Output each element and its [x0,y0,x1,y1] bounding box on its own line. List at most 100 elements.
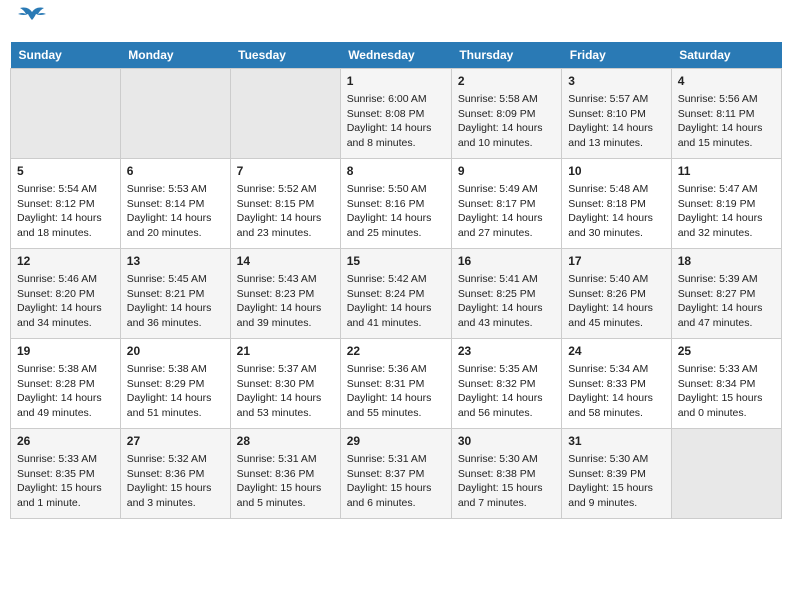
calendar-week-row: 5Sunrise: 5:54 AMSunset: 8:12 PMDaylight… [11,159,782,249]
day-info: Sunrise: 5:40 AMSunset: 8:26 PMDaylight:… [568,272,664,331]
day-info: Sunrise: 5:49 AMSunset: 8:17 PMDaylight:… [458,182,555,241]
calendar-cell: 21Sunrise: 5:37 AMSunset: 8:30 PMDayligh… [230,339,340,429]
day-number: 25 [678,343,775,360]
day-info: Sunrise: 5:52 AMSunset: 8:15 PMDaylight:… [237,182,334,241]
calendar-cell: 19 Sunrise: 5:38 AMSunset: 8:28 PMDayligh… [11,339,121,429]
day-number: 28 [237,433,334,450]
day-number: 3 [568,73,664,90]
day-info: Sunrise: 5:30 AMSunset: 8:38 PMDaylight:… [458,452,555,511]
column-header-tuesday: Tuesday [230,42,340,69]
calendar-cell: 12 Sunrise: 5:46 AMSunset: 8:20 PMDayligh… [11,249,121,339]
day-info: Sunrise: 5:58 AMSunset: 8:09 PMDaylight:… [458,92,555,151]
calendar-header-row: SundayMondayTuesdayWednesdayThursdayFrid… [11,42,782,69]
day-number: 2 [458,73,555,90]
day-info: Sunrise: 5:54 AMSunset: 8:12 PMDaylight:… [17,182,114,241]
day-number: 15 [347,253,445,270]
calendar-cell: 10 Sunrise: 5:48 AMSunset: 8:18 PMDayligh… [562,159,671,249]
day-number: 6 [127,163,224,180]
day-info: Sunrise: 6:00 AMSunset: 8:08 PMDaylight:… [347,92,445,151]
calendar-week-row: 12 Sunrise: 5:46 AMSunset: 8:20 PMDayligh… [11,249,782,339]
calendar-cell: 13Sunrise: 5:45 AMSunset: 8:21 PMDayligh… [120,249,230,339]
day-info: Sunrise: 5:32 AMSunset: 8:36 PMDaylight:… [127,452,224,511]
day-info: Sunrise: 5:57 AMSunset: 8:10 PMDaylight:… [568,92,664,151]
day-number: 14 [237,253,334,270]
calendar-cell: 24 Sunrise: 5:34 AMSunset: 8:33 PMDayligh… [562,339,671,429]
day-info: Sunrise: 5:33 AMSunset: 8:35 PMDaylight:… [17,452,114,511]
day-number: 23 [458,343,555,360]
calendar-cell: 22 Sunrise: 5:36 AMSunset: 8:31 PMDayligh… [340,339,451,429]
column-header-sunday: Sunday [11,42,121,69]
calendar-cell: 25 Sunrise: 5:33 AMSunset: 8:34 PMDayligh… [671,339,781,429]
calendar-cell: 1 Sunrise: 6:00 AMSunset: 8:08 PMDaylight… [340,69,451,159]
day-number: 26 [17,433,114,450]
day-info: Sunrise: 5:42 AMSunset: 8:24 PMDaylight:… [347,272,445,331]
day-info: Sunrise: 5:38 AMSunset: 8:29 PMDaylight:… [127,362,224,421]
calendar-cell: 16Sunrise: 5:41 AMSunset: 8:25 PMDayligh… [451,249,561,339]
calendar-cell: 5Sunrise: 5:54 AMSunset: 8:12 PMDaylight… [11,159,121,249]
day-number: 30 [458,433,555,450]
calendar-cell: 15 Sunrise: 5:42 AMSunset: 8:24 PMDayligh… [340,249,451,339]
day-number: 29 [347,433,445,450]
calendar-cell: 30 Sunrise: 5:30 AMSunset: 8:38 PMDayligh… [451,429,561,519]
day-info: Sunrise: 5:47 AMSunset: 8:19 PMDaylight:… [678,182,775,241]
calendar-cell: 6 Sunrise: 5:53 AMSunset: 8:14 PMDaylight… [120,159,230,249]
column-header-saturday: Saturday [671,42,781,69]
calendar-cell [671,429,781,519]
day-info: Sunrise: 5:39 AMSunset: 8:27 PMDaylight:… [678,272,775,331]
day-number: 13 [127,253,224,270]
calendar-cell: 17 Sunrise: 5:40 AMSunset: 8:26 PMDayligh… [562,249,671,339]
day-info: Sunrise: 5:41 AMSunset: 8:25 PMDaylight:… [458,272,555,331]
day-info: Sunrise: 5:30 AMSunset: 8:39 PMDaylight:… [568,452,664,511]
calendar-table: SundayMondayTuesdayWednesdayThursdayFrid… [10,42,782,519]
calendar-cell [230,69,340,159]
logo [14,10,46,34]
calendar-week-row: 19 Sunrise: 5:38 AMSunset: 8:28 PMDayligh… [11,339,782,429]
calendar-cell: 8 Sunrise: 5:50 AMSunset: 8:16 PMDaylight… [340,159,451,249]
day-number: 27 [127,433,224,450]
calendar-cell [11,69,121,159]
calendar-cell [120,69,230,159]
calendar-cell: 2 Sunrise: 5:58 AMSunset: 8:09 PMDaylight… [451,69,561,159]
calendar-cell: 26 Sunrise: 5:33 AMSunset: 8:35 PMDayligh… [11,429,121,519]
calendar-cell: 23 Sunrise: 5:35 AMSunset: 8:32 PMDayligh… [451,339,561,429]
calendar-cell: 27 Sunrise: 5:32 AMSunset: 8:36 PMDayligh… [120,429,230,519]
calendar-cell: 14Sunrise: 5:43 AMSunset: 8:23 PMDayligh… [230,249,340,339]
day-number: 31 [568,433,664,450]
calendar-cell: 11 Sunrise: 5:47 AMSunset: 8:19 PMDayligh… [671,159,781,249]
calendar-cell: 7 Sunrise: 5:52 AMSunset: 8:15 PMDaylight… [230,159,340,249]
day-number: 24 [568,343,664,360]
calendar-cell: 28Sunrise: 5:31 AMSunset: 8:36 PMDayligh… [230,429,340,519]
column-header-wednesday: Wednesday [340,42,451,69]
day-info: Sunrise: 5:38 AMSunset: 8:28 PMDaylight:… [17,362,114,421]
day-number: 9 [458,163,555,180]
day-number: 11 [678,163,775,180]
day-info: Sunrise: 5:33 AMSunset: 8:34 PMDaylight:… [678,362,775,421]
calendar-cell: 20Sunrise: 5:38 AMSunset: 8:29 PMDayligh… [120,339,230,429]
day-number: 4 [678,73,775,90]
day-info: Sunrise: 5:34 AMSunset: 8:33 PMDaylight:… [568,362,664,421]
day-info: Sunrise: 5:53 AMSunset: 8:14 PMDaylight:… [127,182,224,241]
calendar-week-row: 1 Sunrise: 6:00 AMSunset: 8:08 PMDaylight… [11,69,782,159]
calendar-cell: 9 Sunrise: 5:49 AMSunset: 8:17 PMDaylight… [451,159,561,249]
day-info: Sunrise: 5:48 AMSunset: 8:18 PMDaylight:… [568,182,664,241]
day-info: Sunrise: 5:50 AMSunset: 8:16 PMDaylight:… [347,182,445,241]
calendar-cell: 31 Sunrise: 5:30 AMSunset: 8:39 PMDayligh… [562,429,671,519]
column-header-friday: Friday [562,42,671,69]
day-info: Sunrise: 5:35 AMSunset: 8:32 PMDaylight:… [458,362,555,421]
day-number: 21 [237,343,334,360]
column-header-thursday: Thursday [451,42,561,69]
day-number: 17 [568,253,664,270]
day-info: Sunrise: 5:36 AMSunset: 8:31 PMDaylight:… [347,362,445,421]
day-info: Sunrise: 5:56 AMSunset: 8:11 PMDaylight:… [678,92,775,151]
calendar-cell: 29 Sunrise: 5:31 AMSunset: 8:37 PMDayligh… [340,429,451,519]
day-number: 12 [17,253,114,270]
day-number: 10 [568,163,664,180]
day-number: 7 [237,163,334,180]
day-info: Sunrise: 5:31 AMSunset: 8:37 PMDaylight:… [347,452,445,511]
day-number: 19 [17,343,114,360]
page-header [10,10,782,34]
day-info: Sunrise: 5:46 AMSunset: 8:20 PMDaylight:… [17,272,114,331]
day-number: 8 [347,163,445,180]
day-number: 1 [347,73,445,90]
day-number: 22 [347,343,445,360]
